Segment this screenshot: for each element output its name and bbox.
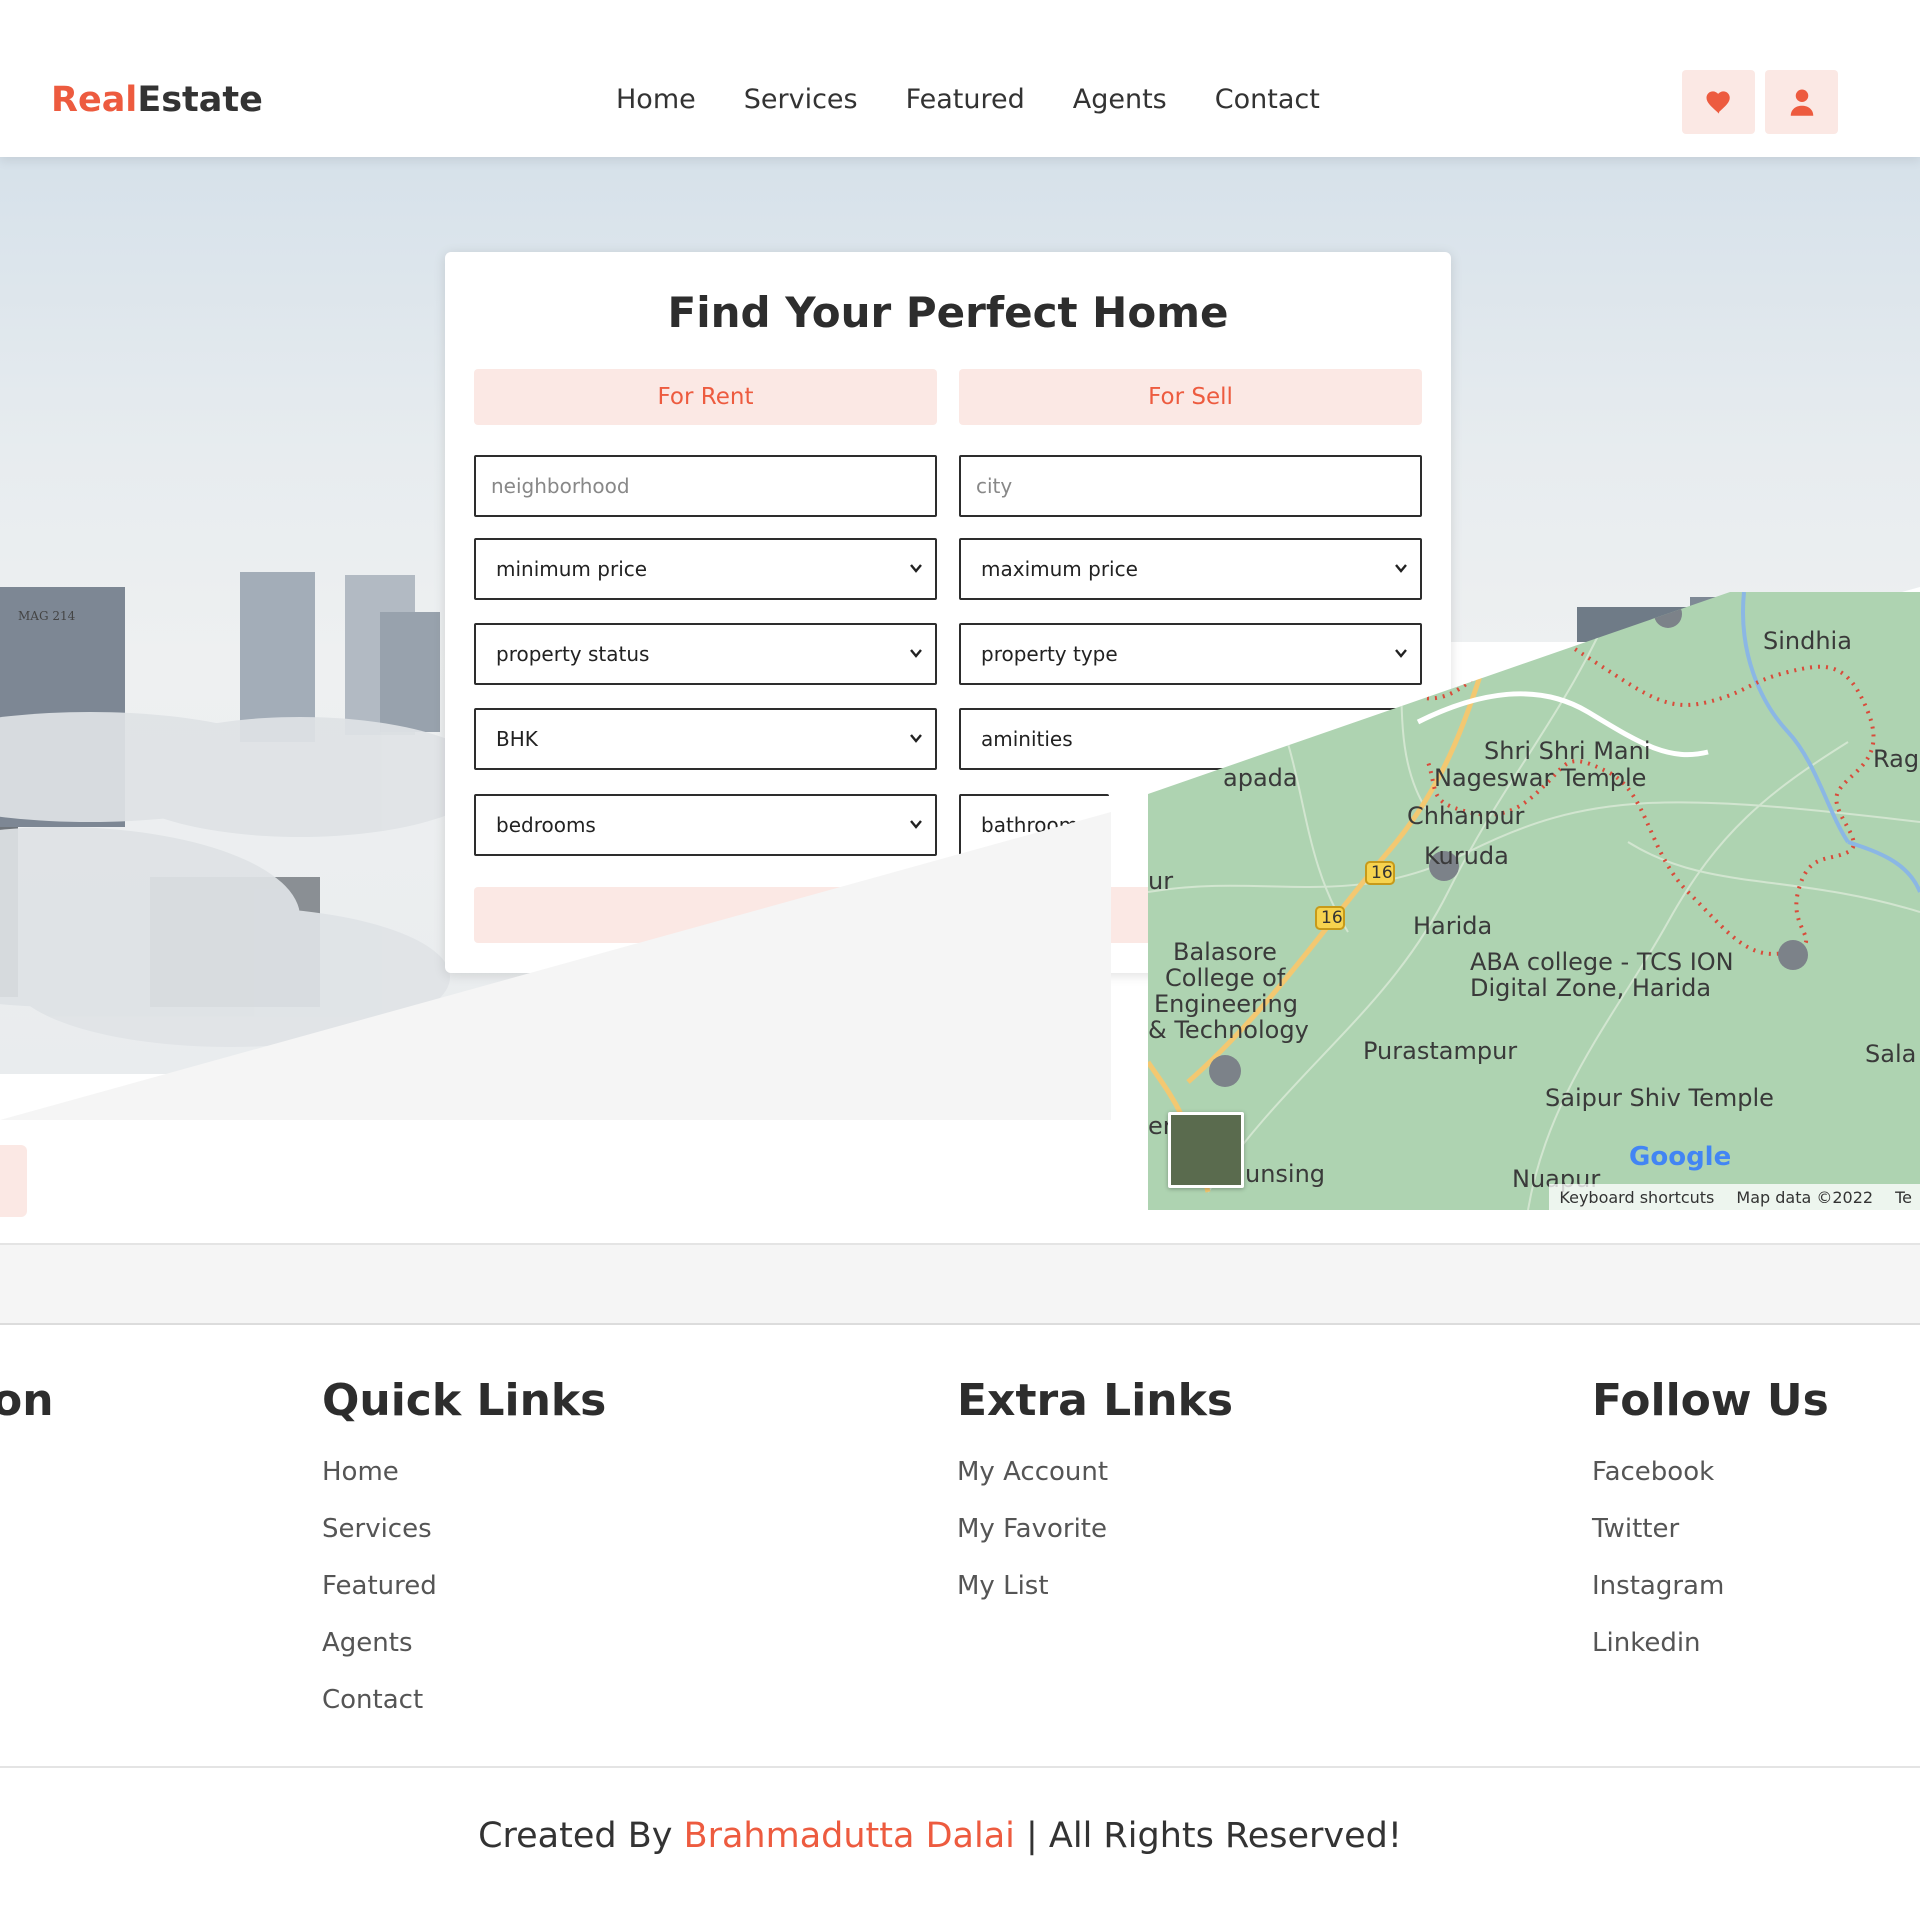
footer-quick-links: Quick Links Home Services Featured Agent… xyxy=(322,1375,606,1735)
keyboard-shortcuts-link[interactable]: Keyboard shortcuts xyxy=(1559,1188,1714,1207)
map-label-sindhia: Sindhia xyxy=(1763,627,1852,655)
account-button[interactable] xyxy=(1765,70,1838,134)
map-label-saipur-temple: Saipur Shiv Temple xyxy=(1545,1084,1774,1112)
terms-link[interactable]: Te xyxy=(1895,1188,1912,1207)
property-type-select[interactable]: property type xyxy=(959,623,1422,685)
footer-link-facebook[interactable]: Facebook xyxy=(1592,1450,1829,1507)
map-label-road16a: 16 xyxy=(1371,863,1393,883)
footer-link-featured[interactable]: Featured xyxy=(322,1564,606,1621)
nav-featured[interactable]: Featured xyxy=(906,84,1025,115)
map-label-harida: Harida xyxy=(1413,912,1493,940)
map-label-kuruda: Kuruda xyxy=(1424,842,1509,870)
satellite-toggle-button[interactable] xyxy=(1168,1112,1244,1188)
footer-link-my-list[interactable]: My List xyxy=(957,1564,1233,1621)
footer-link-home[interactable]: Home xyxy=(322,1450,606,1507)
city-input[interactable]: city xyxy=(959,455,1422,517)
map-label-unsing: unsing xyxy=(1245,1160,1326,1188)
partial-button[interactable] xyxy=(0,1145,27,1217)
search-title: Find Your Perfect Home xyxy=(667,288,1229,337)
bhk-select[interactable]: BHK xyxy=(474,708,937,770)
map-label-road16b: 16 xyxy=(1321,908,1343,928)
brand-logo[interactable]: RealEstate xyxy=(51,80,263,120)
footer-follow-us: Follow Us Facebook Twitter Instagram Lin… xyxy=(1592,1375,1829,1678)
map-label-sala: Sala xyxy=(1865,1040,1917,1068)
map-label-chhanpur: Chhanpur xyxy=(1407,802,1525,830)
map-label-ur: ur xyxy=(1148,867,1174,895)
bedrooms-select[interactable]: bedrooms xyxy=(474,794,937,856)
favorites-button[interactable] xyxy=(1682,70,1755,134)
footer-partial-heading: on xyxy=(0,1375,54,1426)
footer-link-twitter[interactable]: Twitter xyxy=(1592,1507,1829,1564)
heart-icon xyxy=(1706,91,1730,114)
nav-services[interactable]: Services xyxy=(744,84,858,115)
for-sell-tab[interactable]: For Sell xyxy=(959,369,1422,425)
chevron-down-icon xyxy=(910,734,922,743)
brand-name-rest: Estate xyxy=(137,80,263,120)
map-label-college-line2: College of xyxy=(1165,964,1286,992)
amenities-value: aminities xyxy=(981,727,1073,751)
map-label-rag: Rag xyxy=(1873,745,1920,773)
google-logo: Google xyxy=(1629,1142,1732,1172)
brand-name-accent: Real xyxy=(51,80,138,120)
nav-agents[interactable]: Agents xyxy=(1073,84,1167,115)
footer-link-my-account[interactable]: My Account xyxy=(957,1450,1233,1507)
map-label-temple1-line2: Nageswar Temple xyxy=(1434,764,1647,792)
footer-link-agents[interactable]: Agents xyxy=(322,1621,606,1678)
bedrooms-value: bedrooms xyxy=(496,813,596,837)
max-price-select[interactable]: maximum price xyxy=(959,538,1422,600)
footer-link-services[interactable]: Services xyxy=(322,1507,606,1564)
nav-home[interactable]: Home xyxy=(616,84,696,115)
chevron-down-icon xyxy=(910,564,922,573)
map-label-college-line3: Engineering xyxy=(1154,990,1298,1018)
credit-suffix: | All Rights Reserved! xyxy=(1014,1816,1402,1856)
credit-author-link[interactable]: Brahmadutta Dalai xyxy=(684,1816,1015,1856)
bhk-value: BHK xyxy=(496,727,538,751)
map-label-aba-line2: Digital Zone, Harida xyxy=(1470,974,1712,1002)
svg-text:MAG 214: MAG 214 xyxy=(18,609,76,623)
min-price-value: minimum price xyxy=(496,557,648,581)
property-type-value: property type xyxy=(981,642,1118,666)
map-label-college-line4: & Technology xyxy=(1148,1016,1309,1044)
main-nav: Home Services Featured Agents Contact xyxy=(616,84,1320,115)
max-price-value: maximum price xyxy=(981,557,1138,581)
footer-link-my-favorite[interactable]: My Favorite xyxy=(957,1507,1233,1564)
property-status-value: property status xyxy=(496,642,650,666)
nav-contact[interactable]: Contact xyxy=(1215,84,1320,115)
credit-prefix: Created By xyxy=(478,1816,684,1856)
footer-link-linkedin[interactable]: Linkedin xyxy=(1592,1621,1829,1678)
map-label-aba-line1: ABA college - TCS ION xyxy=(1470,948,1734,976)
min-price-select[interactable]: minimum price xyxy=(474,538,937,600)
map-label-temple1-line1: Shri Shri Mani xyxy=(1484,737,1651,765)
property-status-select[interactable]: property status xyxy=(474,623,937,685)
chevron-down-icon xyxy=(1395,649,1407,658)
follow-us-heading: Follow Us xyxy=(1592,1375,1829,1426)
footer-link-instagram[interactable]: Instagram xyxy=(1592,1564,1829,1621)
neighborhood-input[interactable]: neighborhood xyxy=(474,455,937,517)
footer-link-contact[interactable]: Contact xyxy=(322,1678,606,1735)
chevron-down-icon xyxy=(910,649,922,658)
map-data-label: Map data ©2022 xyxy=(1736,1187,1874,1207)
for-rent-tab[interactable]: For Rent xyxy=(474,369,937,425)
footer-credit: Created By Brahmadutta Dalai | All Right… xyxy=(0,1816,1880,1856)
map-label-apada: apada xyxy=(1223,764,1298,792)
chevron-down-icon xyxy=(910,820,922,829)
map-label-purastampur: Purastampur xyxy=(1363,1037,1518,1065)
footer-extra-links: Extra Links My Account My Favorite My Li… xyxy=(957,1375,1233,1621)
user-icon xyxy=(1790,89,1813,116)
section-divider xyxy=(0,1323,1920,1325)
map-label-college-line1: Balasore xyxy=(1173,938,1277,966)
footer-divider xyxy=(0,1766,1920,1768)
grey-spacer-band xyxy=(0,1245,1920,1323)
chevron-down-icon xyxy=(1395,564,1407,573)
extra-links-heading: Extra Links xyxy=(957,1375,1234,1426)
quick-links-heading: Quick Links xyxy=(322,1375,607,1426)
site-header: RealEstate Home Services Featured Agents… xyxy=(0,0,1920,157)
footer-col-partial: on xyxy=(0,1375,54,1450)
map-attribution: Keyboard shortcuts Map data ©2022 Te xyxy=(1549,1184,1920,1210)
